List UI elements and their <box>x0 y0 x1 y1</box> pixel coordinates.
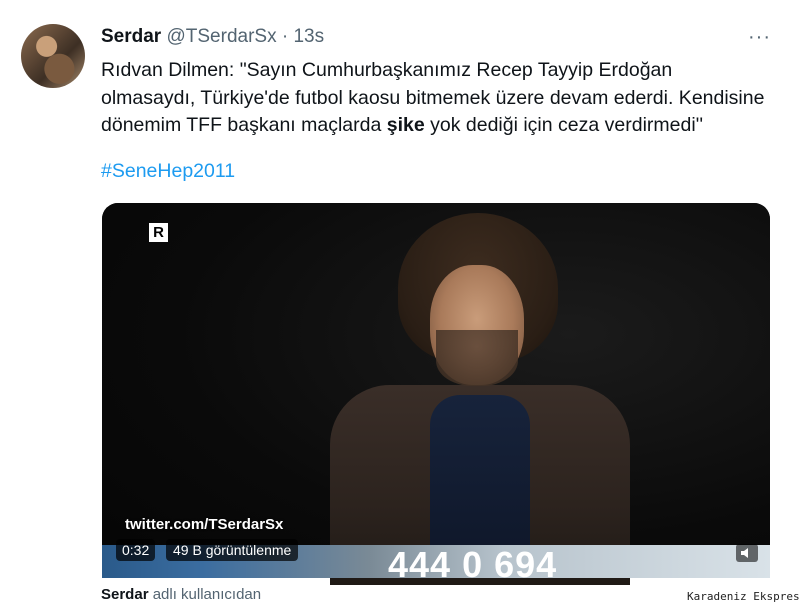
tweet-text: Rıdvan Dilmen: "Sayın Cumhurbaşkanımız R… <box>101 57 771 140</box>
tweet-card: Serdar @TSerdarSx · 13s ··· Rıdvan Dilme… <box>0 0 800 609</box>
video-duration-badge: 0:32 <box>116 539 156 561</box>
author-handle[interactable]: @TSerdarSx <box>166 26 276 47</box>
speaker-icon[interactable] <box>736 544 758 562</box>
hashtag-link[interactable]: #SeneHep2011 <box>101 160 235 183</box>
author-name[interactable]: Serdar <box>101 26 161 47</box>
attribution-suffix: adlı kullanıcıdan <box>148 586 262 603</box>
attribution-name[interactable]: Serdar <box>101 586 149 603</box>
tweet-time[interactable]: 13s <box>293 26 324 47</box>
tweet-text-part2: yok dediği için ceza verdirmedi'' <box>424 114 704 136</box>
video-person-beard <box>436 330 518 386</box>
tweet-header: Serdar @TSerdarSx · 13s <box>101 26 324 48</box>
more-options-icon[interactable]: ··· <box>748 26 771 49</box>
channel-logo: R <box>149 223 168 242</box>
tweet-text-bold: şike <box>386 114 425 136</box>
video-attribution: Serdar adlı kullanıcıdan <box>101 586 261 603</box>
source-label: Karadeniz Ekspres <box>687 590 800 603</box>
avatar[interactable] <box>21 24 85 88</box>
ticker-phone-number: 444 0 694 <box>388 544 558 585</box>
video-watermark: twitter.com/TSerdarSx <box>125 516 284 533</box>
video-views-badge: 49 B görüntülenme <box>166 539 299 561</box>
header-separator: · <box>281 26 289 47</box>
